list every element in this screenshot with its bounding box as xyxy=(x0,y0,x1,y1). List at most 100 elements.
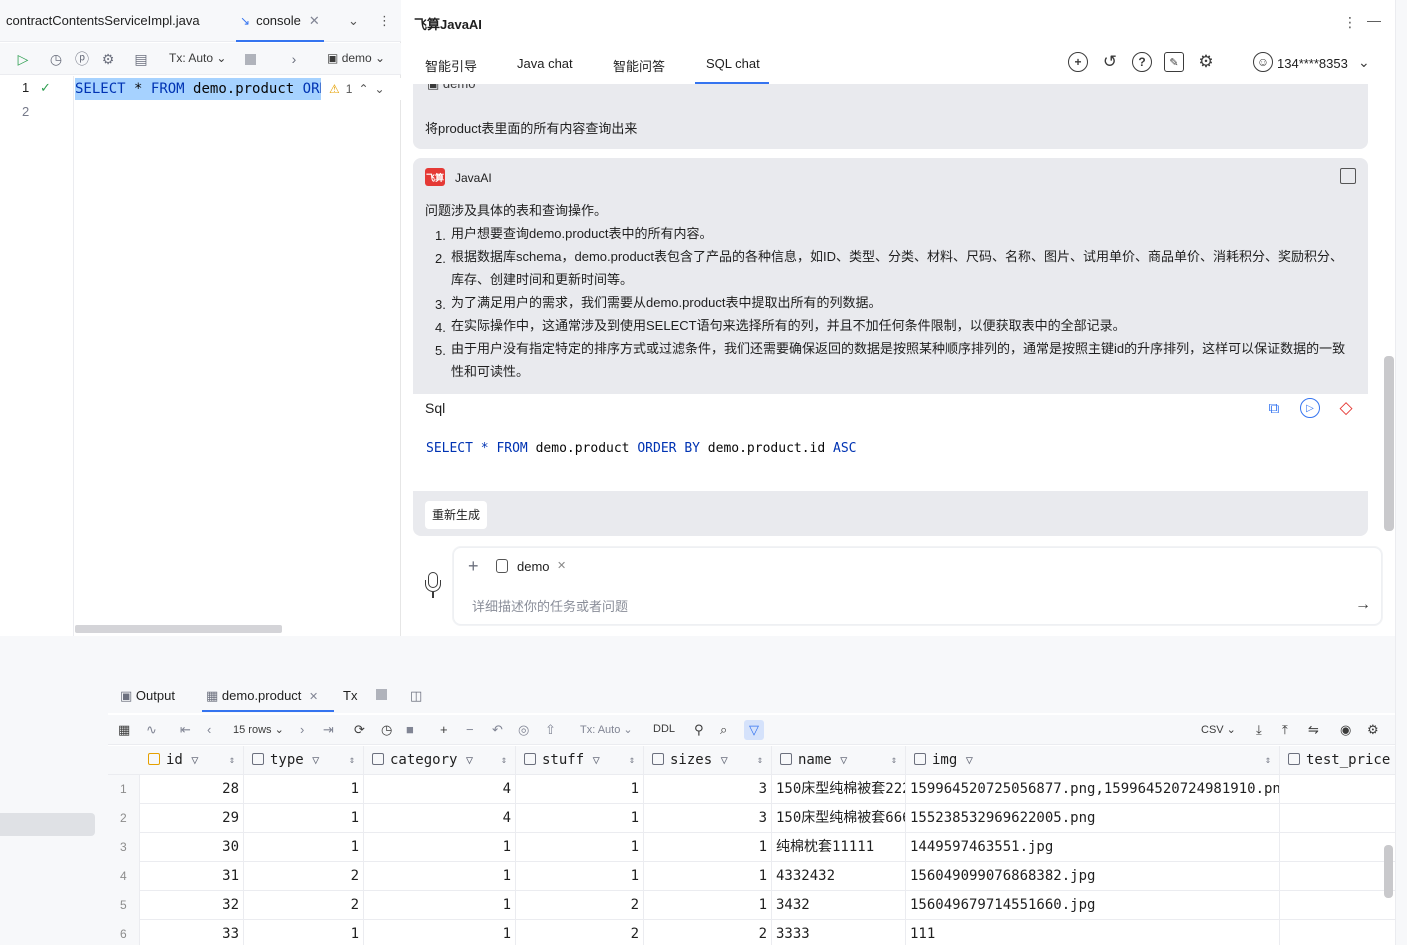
table-view-icon[interactable]: ▦ xyxy=(118,722,130,738)
cell-name[interactable]: 3432 xyxy=(772,891,906,920)
tx-mode-dropdown[interactable]: Tx: Auto ⌄ xyxy=(580,723,633,736)
cell-test-price[interactable] xyxy=(1280,891,1395,920)
table-row[interactable]: 4 31 2 1 1 1 4332432 156049099076868382.… xyxy=(108,862,1395,891)
help-icon[interactable]: ? xyxy=(1132,52,1152,72)
tab-smart-qa[interactable]: 智能问答 xyxy=(613,56,665,75)
plan-icon[interactable]: ⓟ xyxy=(72,49,92,69)
chevron-right-icon[interactable]: › xyxy=(284,49,304,69)
tab-tx[interactable]: Tx xyxy=(343,688,357,703)
table-row[interactable]: 3 30 1 1 1 1 纯棉枕套11111 1449597463551.jpg xyxy=(108,833,1395,862)
cell-id[interactable]: 28 xyxy=(140,775,244,804)
cell-name[interactable]: 150床型纯棉被套666 xyxy=(772,804,906,833)
tab-console[interactable]: ↘ console ✕ xyxy=(236,0,324,42)
cell-type[interactable]: 1 xyxy=(244,804,364,833)
gear-icon[interactable]: ⚙ xyxy=(98,49,118,69)
tab-smart-guide[interactable]: 智能引导 xyxy=(425,56,477,75)
column-header-stuff[interactable]: stuff ▽ ⇕ xyxy=(516,746,644,775)
column-header-sizes[interactable]: sizes ▽ ⇕ xyxy=(644,746,772,775)
cell-img[interactable]: 155238532969622005.png xyxy=(906,804,1280,833)
code-selection[interactable]: SELECT * FROM demo.product ORDE xyxy=(75,78,321,100)
sort-icon[interactable]: ⇕ xyxy=(501,746,507,775)
user-account-label[interactable]: 134****8353 xyxy=(1277,56,1348,71)
sort-icon[interactable]: ⇕ xyxy=(757,746,763,775)
close-icon[interactable]: ✕ xyxy=(309,13,320,28)
stop-icon[interactable] xyxy=(376,688,387,703)
eye-icon[interactable]: ◉ xyxy=(1340,722,1351,738)
gear-icon[interactable]: ⚙ xyxy=(1367,722,1379,738)
cell-test-price[interactable] xyxy=(1280,862,1395,891)
sort-icon[interactable]: ⇕ xyxy=(629,746,635,775)
pin-icon[interactable]: ⚲ xyxy=(694,722,704,738)
filter-icon[interactable]: ▽ xyxy=(312,753,319,767)
more-vertical-icon[interactable]: ⋮ xyxy=(1343,14,1357,31)
cell-type[interactable]: 1 xyxy=(244,775,364,804)
cell-name[interactable]: 3333 xyxy=(772,920,906,945)
close-icon[interactable]: ✕ xyxy=(309,691,318,703)
cell-id[interactable]: 29 xyxy=(140,804,244,833)
refresh-icon[interactable]: ⟳ xyxy=(354,722,365,738)
cell-name[interactable]: 150床型纯棉被套222 xyxy=(772,775,906,804)
next-page-icon[interactable]: › xyxy=(300,722,304,737)
cell-img[interactable]: 1449597463551.jpg xyxy=(906,833,1280,862)
filter-icon[interactable]: ▽ xyxy=(966,753,973,767)
cell-stuff[interactable]: 1 xyxy=(516,833,644,862)
sort-icon[interactable]: ⇕ xyxy=(891,746,897,775)
cell-type[interactable]: 1 xyxy=(244,833,364,862)
column-header-category[interactable]: category ▽ ⇕ xyxy=(364,746,516,775)
cell-stuff[interactable]: 1 xyxy=(516,862,644,891)
cell-stuff[interactable]: 1 xyxy=(516,804,644,833)
more-vertical-icon[interactable]: ⋮ xyxy=(378,0,391,42)
sql-code[interactable]: SELECT * FROM demo.product ORDER BY demo… xyxy=(426,441,857,456)
first-page-icon[interactable]: ⇤ xyxy=(180,722,191,738)
horizontal-scrollbar[interactable] xyxy=(75,625,282,633)
tab-java-chat[interactable]: Java chat xyxy=(517,56,573,71)
rows-dropdown[interactable]: 15 rows ⌄ xyxy=(233,723,284,736)
cell-name[interactable]: 纯棉枕套11111 xyxy=(772,833,906,862)
cell-type[interactable]: 2 xyxy=(244,862,364,891)
inspection-widget[interactable]: ⚠ 1 ⌃ ⌄ xyxy=(325,78,397,100)
export-format-dropdown[interactable]: CSV ⌄ xyxy=(1201,723,1236,736)
filter-icon[interactable]: ▽ xyxy=(191,753,198,767)
stop-icon[interactable]: ■ xyxy=(406,722,414,737)
chevron-down-icon[interactable]: ⌄ xyxy=(1358,54,1370,71)
cell-sizes[interactable]: 1 xyxy=(644,862,772,891)
chevron-up-icon[interactable]: ⌃ xyxy=(358,82,368,96)
tab-contract-service-impl[interactable]: contractContentsServiceImpl.java xyxy=(6,0,200,42)
cell-category[interactable]: 1 xyxy=(364,862,516,891)
cell-img[interactable]: 159964520725056877.png,15996452072498191… xyxy=(906,775,1280,804)
remove-row-icon[interactable]: − xyxy=(466,722,474,737)
submit-icon[interactable]: ⇧ xyxy=(545,722,556,738)
last-page-icon[interactable]: ⇥ xyxy=(323,722,334,738)
eraser-icon[interactable]: ◇ xyxy=(1336,398,1356,418)
chat-input-placeholder[interactable]: 详细描述你的任务或者问题 xyxy=(472,596,628,615)
execute-icon[interactable]: ▷ xyxy=(1300,398,1320,418)
cell-id[interactable]: 32 xyxy=(140,891,244,920)
filter-icon[interactable]: ▽ xyxy=(840,753,847,767)
table-row[interactable]: 2 29 1 4 1 3 150床型纯棉被套666 15523853296962… xyxy=(108,804,1395,833)
prev-page-icon[interactable]: ‹ xyxy=(207,722,211,737)
avatar-icon[interactable]: ☺ xyxy=(1253,52,1273,72)
ddl-button[interactable]: DDL xyxy=(653,723,675,735)
search-icon[interactable]: ⌕ xyxy=(720,722,727,738)
cell-id[interactable]: 33 xyxy=(140,920,244,945)
schema-dropdown[interactable]: ▣ demo ⌄ xyxy=(327,51,385,65)
sort-icon[interactable]: ⇕ xyxy=(229,746,235,775)
stop-icon[interactable] xyxy=(240,49,260,69)
tab-demo-product[interactable]: ▦ demo.product ✕ xyxy=(206,688,318,704)
table-icon[interactable]: ▤ xyxy=(131,49,151,69)
history-icon[interactable]: ↺ xyxy=(1100,52,1120,72)
grid-vertical-scrollbar[interactable] xyxy=(1384,845,1393,898)
chevron-down-icon[interactable]: ⌄ xyxy=(348,0,359,42)
preview-icon[interactable]: ◎ xyxy=(518,722,529,738)
cell-img[interactable]: 156049099076868382.jpg xyxy=(906,862,1280,891)
cell-sizes[interactable]: 1 xyxy=(644,891,772,920)
filter-icon[interactable]: ▽ xyxy=(744,720,764,740)
gear-icon[interactable]: ⚙ xyxy=(1196,52,1216,72)
table-row[interactable]: 6 33 1 1 2 2 3333 111 xyxy=(108,920,1395,945)
cell-category[interactable]: 4 xyxy=(364,804,516,833)
cell-sizes[interactable]: 1 xyxy=(644,833,772,862)
tx-mode-dropdown[interactable]: Tx: Auto ⌄ xyxy=(169,51,226,65)
filter-icon[interactable]: ▽ xyxy=(721,753,728,767)
add-context-icon[interactable]: + xyxy=(468,556,479,577)
regenerate-button[interactable]: 重新生成 xyxy=(425,501,488,529)
